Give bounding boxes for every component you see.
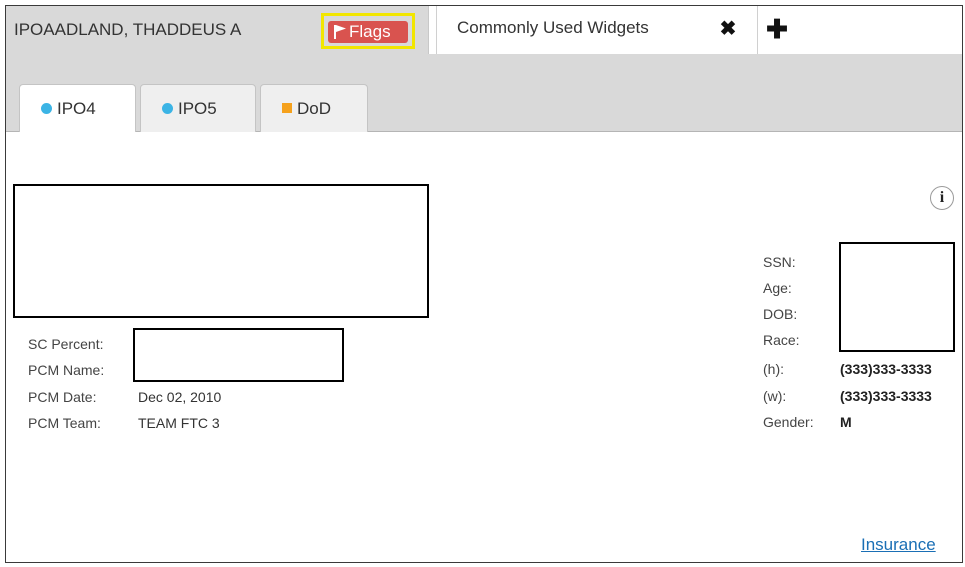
- dod-status-icon: [282, 103, 292, 113]
- pcm-team-label: PCM Team:: [28, 415, 101, 431]
- flags-highlight-box: Flags: [321, 13, 415, 49]
- patient-information-panel: IPOAADLAND, THADDEUS A Flags Commonly Us…: [5, 5, 963, 563]
- tab-ipo4-text: IPO4: [57, 99, 96, 118]
- redacted-pcm-box: [133, 328, 344, 382]
- info-icon[interactable]: i: [930, 186, 954, 210]
- work-phone-label: (w):: [763, 388, 787, 404]
- ssn-label: SSN:: [763, 254, 796, 270]
- home-phone-label: (h):: [763, 361, 784, 377]
- work-phone-value: (333)333-3333: [840, 388, 932, 404]
- top-bar: IPOAADLAND, THADDEUS A Flags Commonly Us…: [6, 6, 962, 54]
- ipo4-status-icon: [41, 103, 52, 114]
- home-phone-value: (333)333-3333: [840, 361, 932, 377]
- sc-percent-label: SC Percent:: [28, 336, 104, 352]
- tab-dod[interactable]: DoD: [260, 84, 368, 132]
- tab-ipo5-text: IPO5: [178, 99, 217, 118]
- flags-label: Flags: [349, 22, 391, 41]
- race-label: Race:: [763, 332, 800, 348]
- add-tab-plus-icon[interactable]: ✚: [764, 16, 790, 42]
- flags-button[interactable]: Flags: [328, 21, 408, 43]
- ipo5-status-icon: [162, 103, 173, 114]
- age-label: Age:: [763, 280, 792, 296]
- tab-dod-label: DoD: [282, 99, 331, 119]
- gender-value: M: [840, 414, 852, 430]
- pcm-team-value: TEAM FTC 3: [138, 415, 220, 431]
- close-icon[interactable]: ✖: [717, 18, 739, 40]
- patient-details: SC Percent: PCM Name: PCM Date: Dec 02, …: [6, 132, 962, 562]
- dob-label: DOB:: [763, 306, 798, 322]
- flag-icon: [334, 25, 346, 39]
- tab-ipo4[interactable]: IPO4: [19, 84, 136, 133]
- redacted-demographics-box: [839, 242, 955, 352]
- patient-header: IPOAADLAND, THADDEUS A Flags: [6, 6, 428, 54]
- tab-separator: [428, 6, 436, 54]
- tab-ipo4-label: IPO4: [41, 99, 96, 119]
- tab-ipo5-label: IPO5: [162, 99, 217, 119]
- site-tabs-strip: IPO4 IPO5 DoD: [6, 54, 962, 133]
- tab-dod-text: DoD: [297, 99, 332, 118]
- widget-tab-label: Commonly Used Widgets: [457, 18, 649, 37]
- tab-ipo5[interactable]: IPO5: [140, 84, 256, 132]
- patient-name[interactable]: IPOAADLAND, THADDEUS A: [14, 20, 241, 40]
- redacted-photo-box: [13, 184, 429, 318]
- pcm-date-label: PCM Date:: [28, 389, 97, 405]
- gender-label: Gender:: [763, 414, 814, 430]
- tab-commonly-used-widgets[interactable]: Commonly Used Widgets ✖: [436, 6, 758, 54]
- insurance-link[interactable]: Insurance: [861, 535, 936, 555]
- pcm-date-value: Dec 02, 2010: [138, 389, 222, 405]
- pcm-name-label: PCM Name:: [28, 362, 105, 378]
